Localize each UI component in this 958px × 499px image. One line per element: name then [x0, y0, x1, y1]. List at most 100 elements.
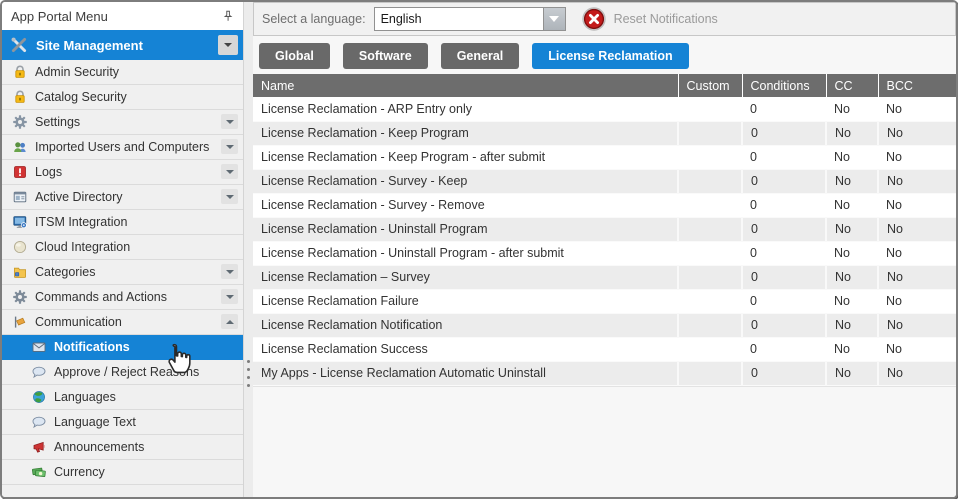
sidebar-item-label: ITSM Integration	[35, 215, 127, 229]
sidebar-item-logs[interactable]: Logs	[2, 160, 243, 185]
empty-content-area	[253, 386, 956, 498]
language-select[interactable]: English	[374, 7, 566, 31]
sidebar-item-label: Announcements	[54, 440, 144, 454]
tab-software[interactable]: Software	[343, 43, 428, 69]
conditions-cell: 0	[742, 217, 826, 241]
bcc-cell: No	[878, 169, 956, 193]
table-row[interactable]: License Reclamation Failure0NoNo	[253, 289, 956, 313]
sidebar-item-categories[interactable]: Categories	[2, 260, 243, 285]
conditions-cell: 0	[742, 121, 826, 145]
users-icon	[12, 139, 29, 155]
sidebar-item-label: Approve / Reject Reasons	[54, 365, 199, 379]
sidebar-item-label: Languages	[54, 390, 116, 404]
table-row[interactable]: License Reclamation - Keep Program - aft…	[253, 145, 956, 169]
chevron-down-icon[interactable]	[543, 8, 565, 30]
cc-cell: No	[826, 97, 878, 121]
splitter-grip-icon	[247, 360, 250, 387]
sidebar-title-bar: App Portal Menu	[2, 2, 243, 30]
sidebar-item-cloud-integration[interactable]: Cloud Integration	[2, 235, 243, 260]
column-header-conditions[interactable]: Conditions	[742, 74, 826, 97]
notification-tabs: Global Software General License Reclamat…	[259, 43, 956, 69]
name-cell: My Apps - License Reclamation Automatic …	[253, 361, 678, 385]
main-panel: Select a language: English Reset Notific…	[253, 2, 956, 497]
table-row[interactable]: License Reclamation – Survey0NoNo	[253, 265, 956, 289]
chevron-down-button[interactable]	[218, 35, 238, 55]
sidebar-item-label: Cloud Integration	[35, 240, 130, 254]
conditions-cell: 0	[742, 241, 826, 265]
chevron-down-button[interactable]	[221, 164, 238, 179]
sidebar-item-admin-security[interactable]: Admin Security	[2, 60, 243, 85]
custom-cell	[678, 145, 742, 169]
custom-cell	[678, 241, 742, 265]
sidebar-group-site-management[interactable]: Site Management	[2, 30, 243, 60]
tab-license-reclamation[interactable]: License Reclamation	[532, 43, 688, 69]
app-portal-window: App Portal Menu Site Management Admin Se…	[0, 0, 958, 499]
table-row[interactable]: License Reclamation - Survey - Remove0No…	[253, 193, 956, 217]
custom-cell	[678, 337, 742, 361]
reset-notifications-button[interactable]	[582, 7, 606, 31]
sidebar-item-settings[interactable]: Settings	[2, 110, 243, 135]
language-toolbar: Select a language: English Reset Notific…	[253, 2, 956, 36]
reset-notifications-label: Reset Notifications	[614, 12, 718, 26]
column-header-bcc[interactable]: BCC	[878, 74, 956, 97]
sidebar-item-communication[interactable]: Communication	[2, 310, 243, 335]
lock-icon	[12, 89, 29, 105]
chevron-down-button[interactable]	[221, 289, 238, 304]
name-cell: License Reclamation - Keep Program - aft…	[253, 145, 678, 169]
bcc-cell: No	[878, 313, 956, 337]
gear-icon	[12, 114, 29, 130]
pin-icon[interactable]	[221, 8, 235, 24]
table-row[interactable]: License Reclamation - ARP Entry only0NoN…	[253, 97, 956, 121]
directory-card-icon	[12, 189, 29, 205]
sidebar-item-announcements[interactable]: Announcements	[2, 435, 243, 460]
chevron-down-button[interactable]	[221, 114, 238, 129]
sidebar-item-languages[interactable]: Languages	[2, 385, 243, 410]
name-cell: License Reclamation - Survey - Keep	[253, 169, 678, 193]
tab-general[interactable]: General	[441, 43, 520, 69]
table-row[interactable]: License Reclamation - Uninstall Program …	[253, 241, 956, 265]
table-row[interactable]: My Apps - License Reclamation Automatic …	[253, 361, 956, 385]
conditions-cell: 0	[742, 193, 826, 217]
table-row[interactable]: License Reclamation Notification0NoNo	[253, 313, 956, 337]
sidebar-item-approve-reject-reasons[interactable]: Approve / Reject Reasons	[2, 360, 243, 385]
name-cell: License Reclamation Success	[253, 337, 678, 361]
sidebar-title: App Portal Menu	[11, 9, 108, 24]
sidebar-item-itsm-integration[interactable]: ITSM Integration	[2, 210, 243, 235]
conditions-cell: 0	[742, 337, 826, 361]
sidebar-item-currency[interactable]: Currency	[2, 460, 243, 485]
tab-global[interactable]: Global	[259, 43, 330, 69]
table-row[interactable]: License Reclamation - Uninstall Program0…	[253, 217, 956, 241]
conditions-cell: 0	[742, 169, 826, 193]
sidebar-item-label: Notifications	[54, 340, 130, 354]
table-row[interactable]: License Reclamation - Keep Program0NoNo	[253, 121, 956, 145]
table-row[interactable]: License Reclamation - Survey - Keep0NoNo	[253, 169, 956, 193]
bcc-cell: No	[878, 265, 956, 289]
cc-cell: No	[826, 145, 878, 169]
sidebar-item-catalog-security[interactable]: Catalog Security	[2, 85, 243, 110]
conditions-cell: 0	[742, 289, 826, 313]
table-row[interactable]: License Reclamation Success0NoNo	[253, 337, 956, 361]
chevron-down-button[interactable]	[221, 189, 238, 204]
column-header-name[interactable]: Name	[253, 74, 678, 97]
sidebar-item-active-directory[interactable]: Active Directory	[2, 185, 243, 210]
chevron-down-button[interactable]	[221, 139, 238, 154]
column-header-custom[interactable]: Custom	[678, 74, 742, 97]
chevron-up-button[interactable]	[221, 314, 238, 329]
column-header-cc[interactable]: CC	[826, 74, 878, 97]
bcc-cell: No	[878, 121, 956, 145]
custom-cell	[678, 289, 742, 313]
monitor-gear-icon	[12, 214, 29, 230]
custom-cell	[678, 169, 742, 193]
chevron-down-button[interactable]	[221, 264, 238, 279]
sidebar-item-label: Logs	[35, 165, 62, 179]
sidebar-item-label: Commands and Actions	[35, 290, 167, 304]
notifications-table: Name Custom Conditions CC BCC License Re…	[253, 74, 956, 386]
sidebar-item-commands-actions[interactable]: Commands and Actions	[2, 285, 243, 310]
sidebar-item-label: Communication	[35, 315, 122, 329]
sidebar-item-notifications[interactable]: Notifications	[2, 335, 243, 360]
sidebar-item-imported-users[interactable]: Imported Users and Computers	[2, 135, 243, 160]
panel-splitter[interactable]	[243, 2, 253, 497]
sidebar-empty-space	[2, 485, 243, 497]
folder-gear-icon	[12, 264, 29, 280]
sidebar-item-language-text[interactable]: Language Text	[2, 410, 243, 435]
